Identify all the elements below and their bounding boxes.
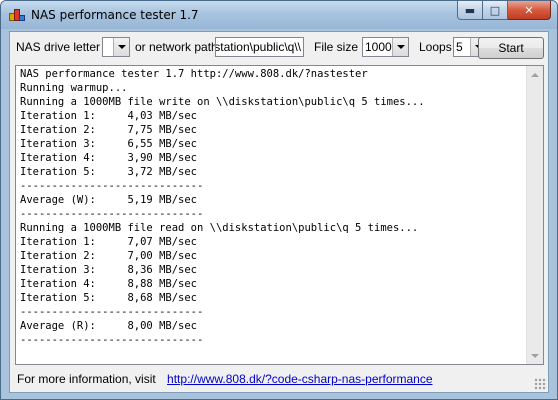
drive-letter-label: NAS drive letter (16, 40, 101, 54)
chevron-down-icon[interactable] (392, 38, 408, 56)
info-link[interactable]: http://www.808.dk/?code-csharp-nas-perfo… (167, 372, 432, 386)
caption-buttons: ▬ □ ✕ (457, 1, 551, 20)
app-chart-icon (9, 7, 25, 23)
file-size-label: File size (314, 40, 359, 54)
maximize-button[interactable]: □ (483, 1, 508, 20)
vertical-scrollbar[interactable] (526, 66, 543, 364)
drive-letter-select[interactable] (102, 37, 130, 57)
file-size-select[interactable]: 1000 (362, 37, 409, 57)
resize-grip-icon[interactable] (534, 378, 546, 390)
maximize-icon: □ (489, 3, 501, 17)
close-button[interactable]: ✕ (508, 1, 551, 20)
loops-label: Loops (419, 40, 452, 54)
minimize-icon: ▬ (464, 3, 476, 17)
chevron-down-icon[interactable] (113, 38, 129, 56)
client-area: NAS drive letter or network path \\disks… (9, 31, 549, 393)
scroll-down-icon[interactable] (527, 347, 543, 364)
window-title: NAS performance tester 1.7 (31, 8, 199, 22)
footer: For more information, visit http://www.8… (17, 372, 433, 386)
results-text: NAS performance tester 1.7 http://www.80… (20, 68, 425, 346)
minimize-button[interactable]: ▬ (457, 1, 483, 20)
network-path-input[interactable]: \\diskstation\public\q (215, 37, 304, 57)
close-icon: ✕ (524, 3, 534, 17)
title-bar[interactable]: NAS performance tester 1.7 ▬ □ ✕ (1, 1, 557, 29)
loops-value: 5 (456, 40, 463, 54)
scroll-up-icon[interactable] (527, 66, 543, 83)
results-output[interactable]: NAS performance tester 1.7 http://www.80… (15, 65, 544, 365)
settings-toolbar: NAS drive letter or network path \\disks… (10, 32, 548, 62)
app-window: NAS performance tester 1.7 ▬ □ ✕ NAS dri… (0, 0, 558, 400)
footer-text: For more information, visit (17, 372, 156, 386)
start-button[interactable]: Start (478, 37, 544, 59)
network-path-label: or network path (135, 40, 218, 54)
file-size-value: 1000 (365, 40, 392, 54)
